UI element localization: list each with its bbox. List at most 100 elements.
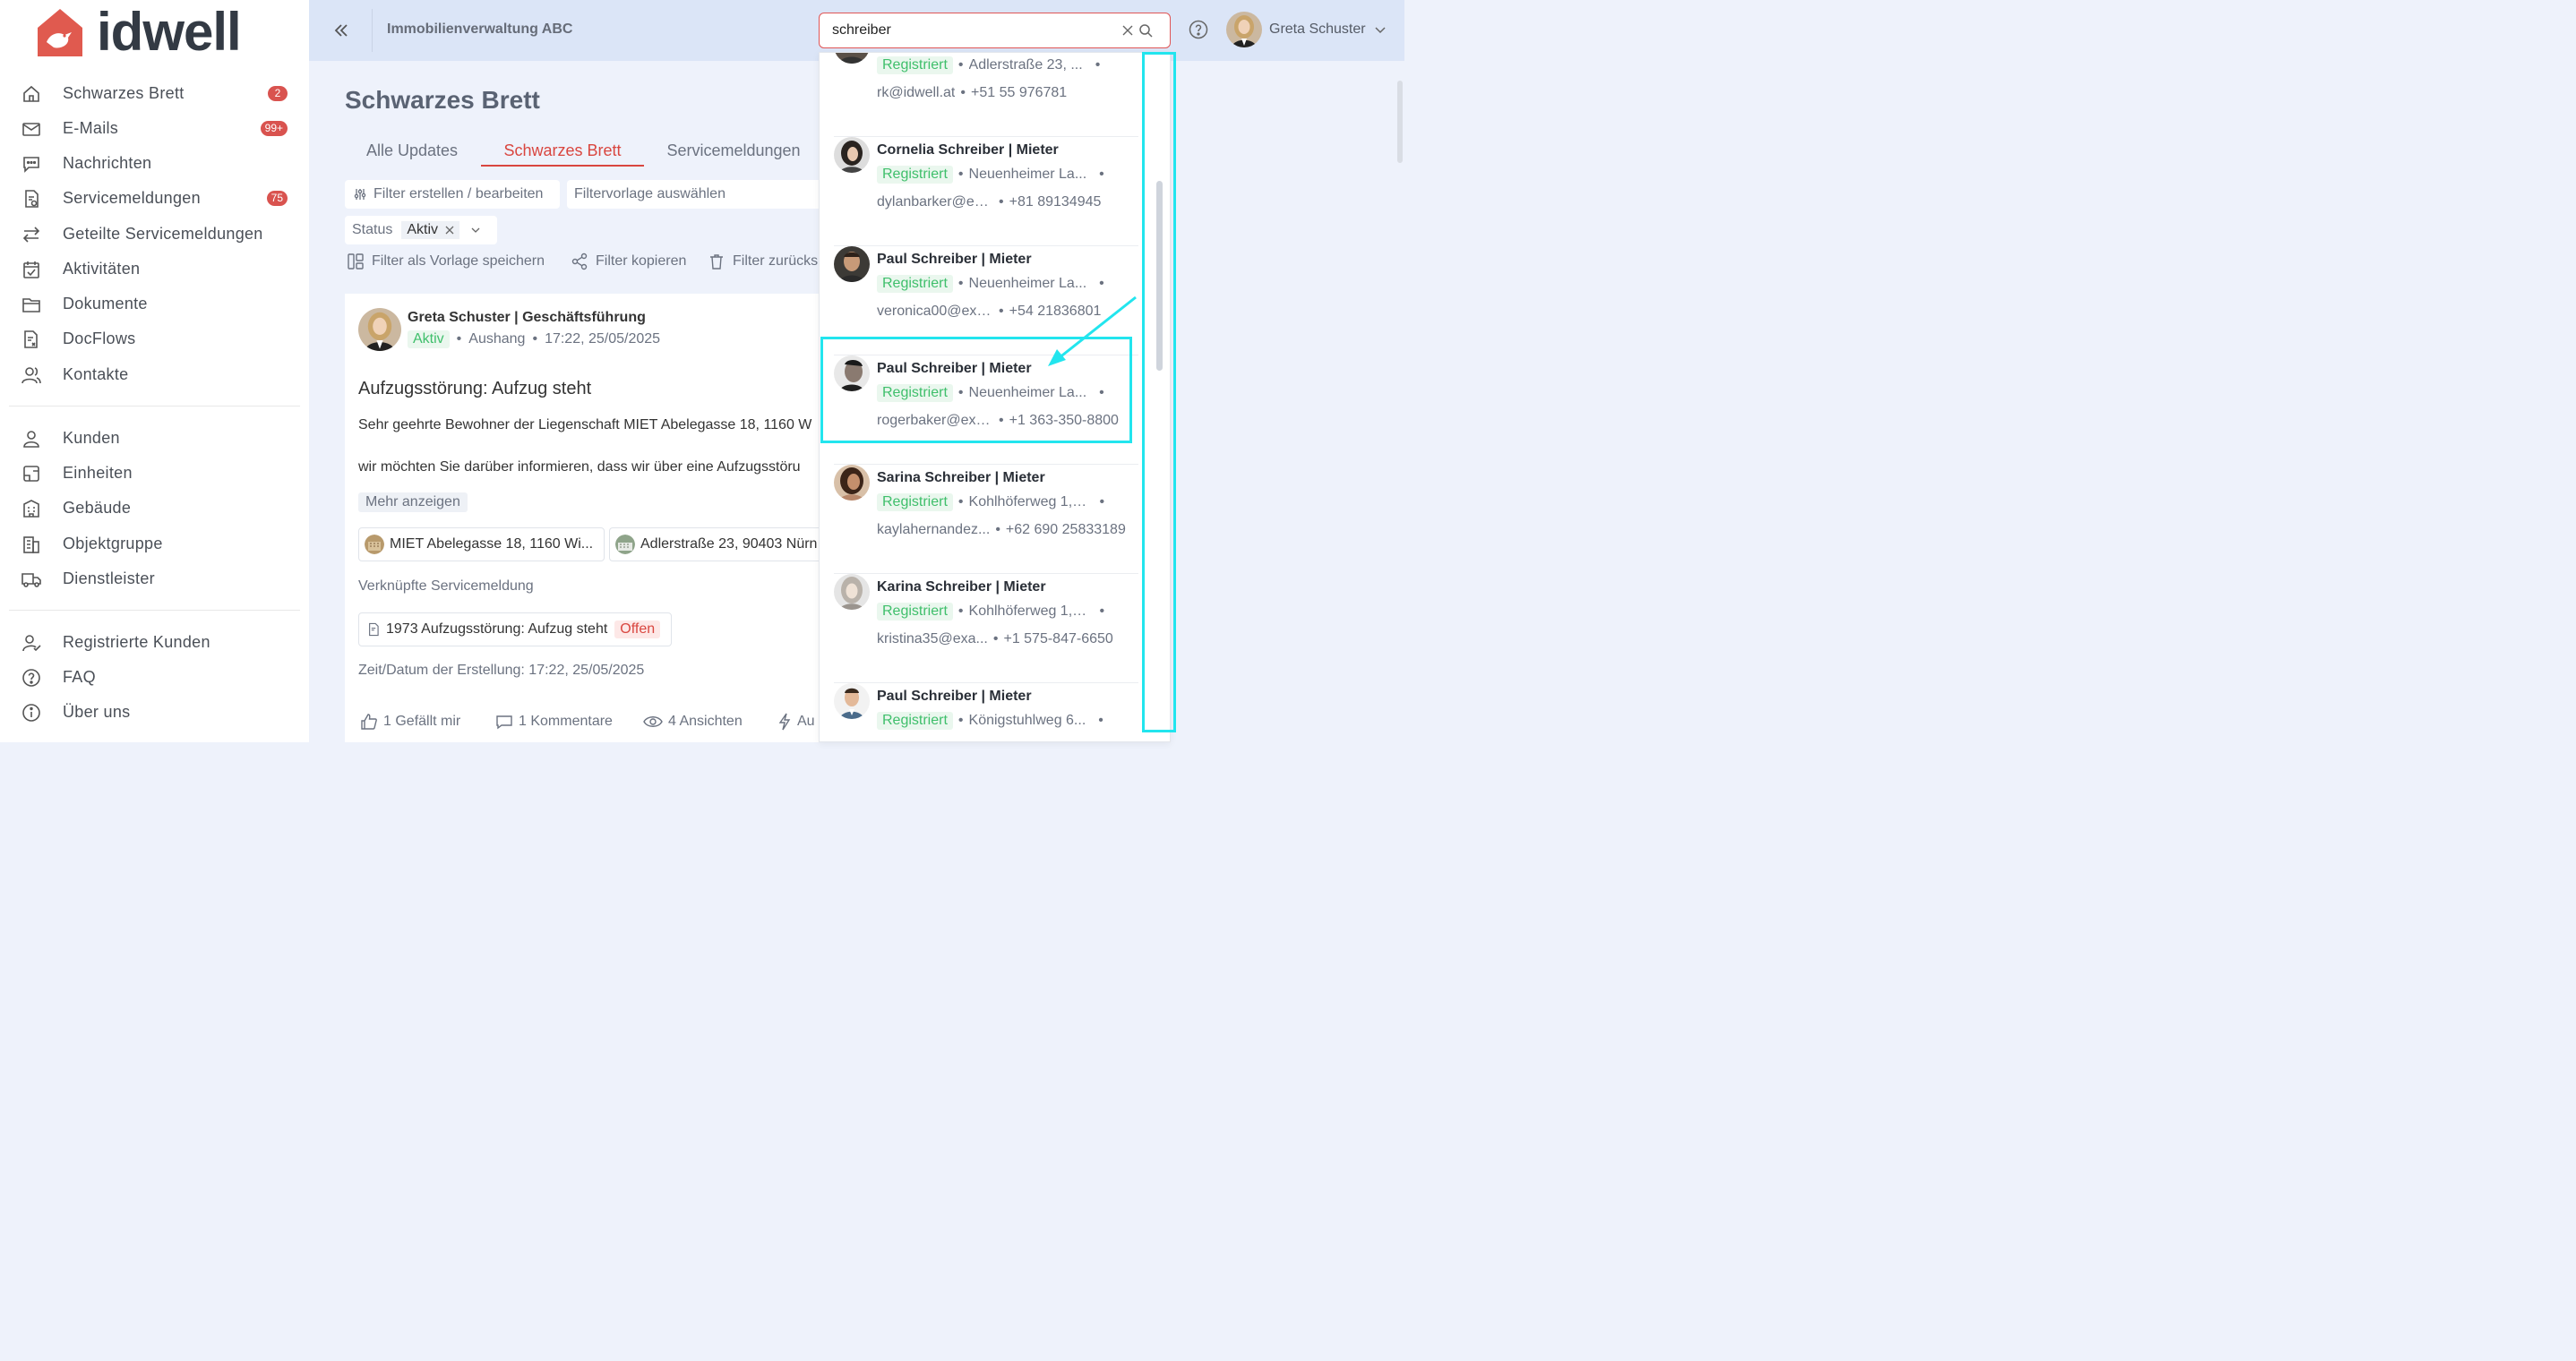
tab-bar: Alle Updates Schwarzes Brett Servicemeld…: [345, 134, 829, 170]
separator-dot: •: [957, 713, 964, 728]
sidebar-item-label: DocFlows: [63, 329, 136, 347]
filter-template-select[interactable]: Filtervorlage auswählen: [567, 180, 827, 209]
sidebar-item-label: Einheiten: [63, 463, 133, 482]
sidebar-item-dokumente[interactable]: Dokumente: [0, 287, 309, 320]
activity-button[interactable]: Au: [777, 713, 815, 731]
unread-badge: 75: [266, 190, 288, 206]
post-title: Aufzugsstörung: Aufzug steht: [358, 379, 592, 398]
result-details: Registriert • Neuenheimer La... •: [877, 384, 1110, 402]
sidebar-item-dienstleister[interactable]: Dienstleister: [0, 562, 309, 595]
property-chip[interactable]: MIET Abelegasse 18, 1160 Wi...: [358, 527, 605, 561]
chevron-down-icon: [471, 227, 480, 233]
layout-icon: [348, 253, 364, 270]
sidebar-item-ueber-uns[interactable]: Über uns: [0, 696, 309, 728]
post-text-line: Sehr geehrte Bewohner der Liegenschaft M…: [358, 417, 812, 432]
tab-alle-updates[interactable]: Alle Updates: [345, 134, 479, 167]
service-report-icon: [25, 190, 39, 208]
result-name: Cornelia Schreiber | Mieter: [877, 142, 1059, 158]
avatar: [834, 53, 870, 64]
linked-service-chip[interactable]: 1973 Aufzugsstörung: Aufzug steht Offen: [358, 612, 673, 646]
sidebar-item-label: Geteilte Servicemeldungen: [63, 224, 263, 243]
result-address: Neuenheimer La...: [968, 167, 1087, 182]
result-address: Adlerstraße 23, ...: [968, 57, 1083, 73]
result-address: Neuenheimer La...: [968, 385, 1087, 400]
result-address: Königstuhlweg 6...: [968, 713, 1086, 728]
search-result-item[interactable]: Paul Schreiber | Mieter Registriert • Kö…: [834, 683, 1138, 741]
sidebar-item-gebaeude[interactable]: Gebäude: [0, 492, 309, 524]
question-icon: [22, 669, 40, 687]
result-details: Registriert • Kohlhöferweg 1, ... •: [877, 603, 1110, 621]
separator-dot: •: [957, 494, 964, 509]
brand-logo[interactable]: idwell: [34, 5, 242, 59]
post-type: Aushang: [468, 331, 526, 347]
sidebar-item-einheiten[interactable]: Einheiten: [0, 457, 309, 489]
copy-filter-button[interactable]: Filter kopieren: [571, 253, 686, 270]
unread-badge: 2: [268, 85, 288, 101]
clear-search-icon[interactable]: [1121, 24, 1134, 37]
search-result-item[interactable]: Sarina Schreiber | Mieter Registriert • …: [834, 465, 1138, 574]
search-results-dropdown: Registriert • Adlerstraße 23, ... • rk@i…: [819, 52, 1171, 742]
property-chip[interactable]: Adlerstraße 23, 90403 Nürn: [609, 527, 829, 561]
search-result-item[interactable]: Cornelia Schreiber | Mieter Registriert …: [834, 137, 1138, 246]
post-author: Greta Schuster | Geschäftsführung: [408, 310, 646, 325]
status-filter[interactable]: Status Aktiv: [345, 216, 497, 244]
filter-edit-button[interactable]: Filter erstellen / bearbeiten: [345, 180, 560, 209]
views-counter[interactable]: 4 Ansichten: [643, 713, 743, 731]
search-icon[interactable]: [1138, 23, 1153, 38]
sidebar-item-geteilte-servicemeldungen[interactable]: Geteilte Servicemeldungen: [0, 218, 309, 250]
reset-filter-button[interactable]: Filter zurücks: [708, 253, 822, 270]
search-input[interactable]: [832, 21, 1101, 40]
tab-schwarzes-brett[interactable]: Schwarzes Brett: [481, 134, 644, 167]
sidebar-item-aktivitaeten[interactable]: Aktivitäten: [0, 253, 309, 285]
sidebar-item-nachrichten[interactable]: Nachrichten: [0, 147, 309, 179]
sidebar-item-servicemeldungen[interactable]: Servicemeldungen 75: [0, 182, 309, 214]
sidebar-item-emails[interactable]: E-Mails 99+: [0, 112, 309, 144]
status-badge: Registriert: [877, 56, 953, 74]
sidebar-item-label: Kunden: [63, 428, 120, 447]
remove-chip-icon[interactable]: [445, 226, 454, 235]
show-more-button[interactable]: Mehr anzeigen: [358, 492, 468, 512]
status-badge: Registriert: [877, 493, 953, 511]
sidebar-item-objektgruppe[interactable]: Objektgruppe: [0, 527, 309, 560]
like-button[interactable]: 1 Gefällt mir: [360, 713, 460, 731]
search-result-item[interactable]: Registriert • Adlerstraße 23, ... • rk@i…: [834, 53, 1138, 137]
sidebar-item-kontakte[interactable]: Kontakte: [0, 358, 309, 390]
separator-dot: •: [532, 331, 538, 347]
sidebar-item-registrierte-kunden[interactable]: Registrierte Kunden: [0, 626, 309, 658]
service-report-icon: [369, 622, 379, 637]
dropdown-scrollbar-thumb[interactable]: [1156, 181, 1163, 371]
status-badge: Registriert: [877, 275, 953, 293]
search-result-item[interactable]: Karina Schreiber | Mieter Registriert • …: [834, 574, 1138, 683]
avatar: [834, 574, 870, 610]
sidebar-item-docflows[interactable]: DocFlows: [0, 322, 309, 355]
sidebar-item-label: Dienstleister: [63, 569, 155, 587]
filter-template-placeholder: Filtervorlage auswählen: [574, 186, 726, 201]
page-scrollbar-thumb[interactable]: [1397, 81, 1403, 163]
dropdown-scrollbar[interactable]: [1155, 53, 1165, 741]
user-menu[interactable]: Greta Schuster: [1226, 12, 1387, 47]
sidebar-item-faq[interactable]: FAQ: [0, 661, 309, 693]
page-title: Schwarzes Brett: [345, 86, 540, 114]
status-filter-label: Status: [352, 222, 393, 237]
global-search[interactable]: [819, 13, 1171, 48]
result-name: Sarina Schreiber | Mieter: [877, 470, 1045, 485]
contacts-icon: [21, 367, 41, 384]
save-filter-template-button[interactable]: Filter als Vorlage speichern: [347, 253, 545, 270]
mail-icon: [22, 123, 40, 136]
result-details: Registriert • Kohlhöferweg 1, ... •: [877, 493, 1110, 511]
header-divider: [372, 9, 373, 52]
sidebar-item-kunden[interactable]: Kunden: [0, 422, 309, 454]
comment-button[interactable]: 1 Kommentare: [495, 713, 613, 731]
help-icon[interactable]: [1189, 20, 1208, 39]
docflow-icon: [24, 330, 38, 348]
tab-servicemeldungen[interactable]: Servicemeldungen: [654, 134, 813, 167]
linked-service-label: Verknüpfte Servicemeldung: [358, 578, 534, 594]
separator-dot: •: [995, 522, 1000, 537]
separator-dot: •: [999, 194, 1004, 210]
sidebar-item-label: Gebäude: [63, 498, 132, 517]
search-result-item[interactable]: Paul Schreiber | Mieter Registriert • Ne…: [834, 246, 1138, 355]
sidebar-item-schwarzes-brett[interactable]: Schwarzes Brett 2: [0, 77, 309, 109]
result-name: Paul Schreiber | Mieter: [877, 252, 1032, 267]
collapse-sidebar-icon[interactable]: [331, 20, 352, 41]
search-result-item-highlighted[interactable]: Paul Schreiber | Mieter Registriert • Ne…: [834, 355, 1138, 465]
